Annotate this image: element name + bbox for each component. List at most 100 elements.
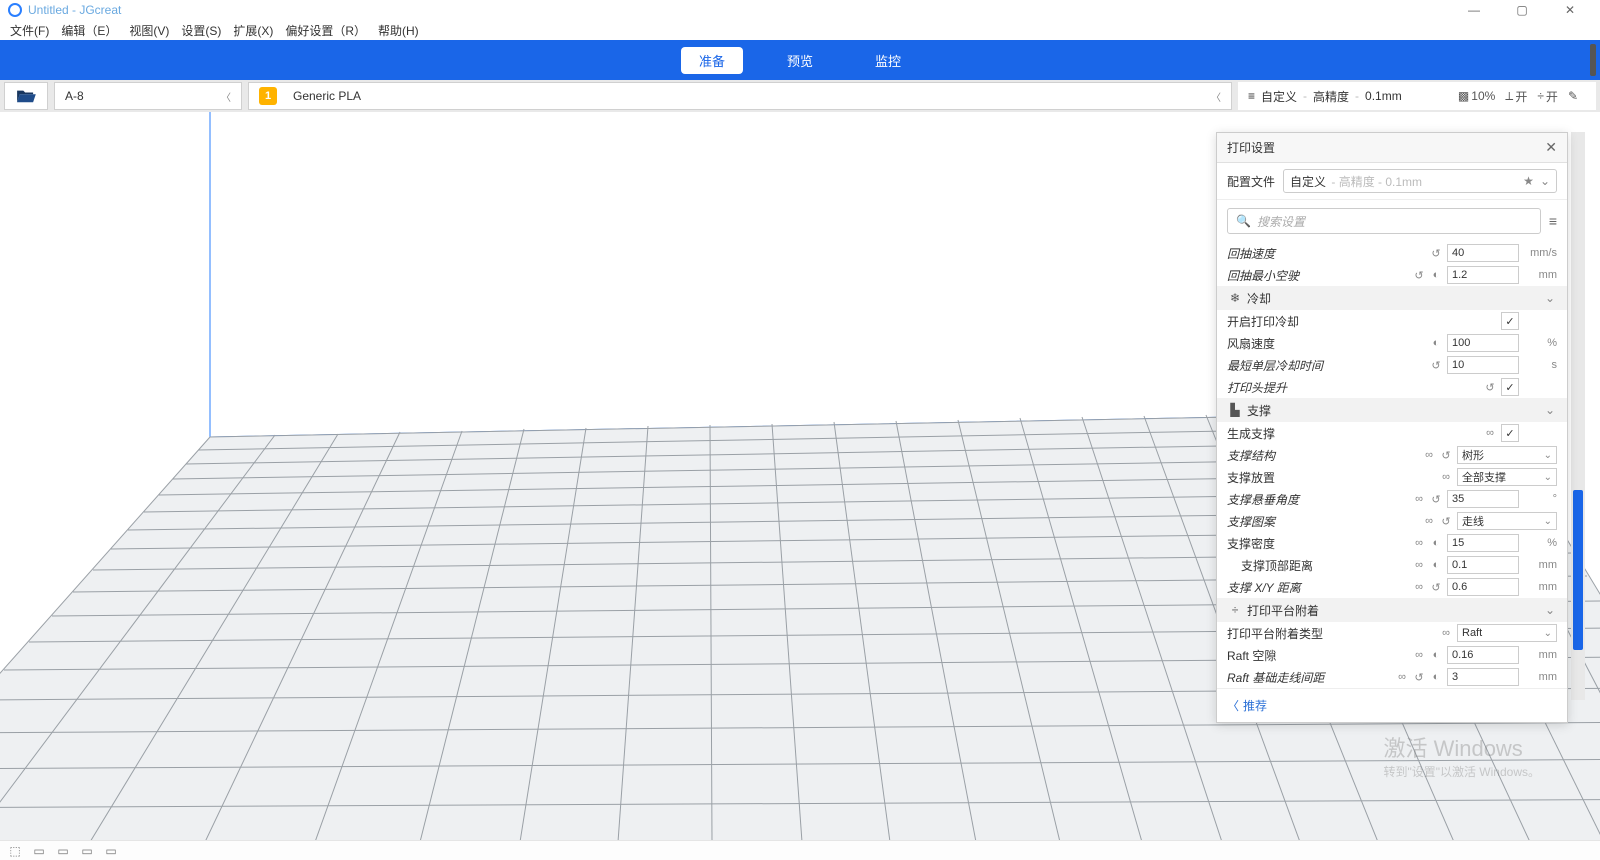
link-icon[interactable]: ∞ bbox=[1412, 559, 1426, 571]
adhesion-type-select[interactable]: Raft⌄ bbox=[1457, 624, 1557, 642]
reset-icon[interactable]: ↺ bbox=[1429, 581, 1443, 594]
star-icon[interactable]: ★ bbox=[1523, 174, 1534, 188]
stage-bar: 准备 预览 监控 bbox=[0, 40, 1600, 80]
menu-edit[interactable]: 编辑（E） bbox=[55, 22, 123, 39]
view-left-icon[interactable]: ▭ bbox=[80, 845, 94, 857]
raft-base-line-spacing-input[interactable]: 3 bbox=[1447, 668, 1519, 686]
recommend-button[interactable]: 〈 推荐 bbox=[1227, 697, 1557, 714]
menu-extensions[interactable]: 扩展(X) bbox=[227, 22, 279, 39]
chevron-left-icon: 〈 bbox=[1227, 697, 1239, 714]
chevron-down-icon[interactable]: ⌄ bbox=[1540, 174, 1550, 188]
reset-icon[interactable]: ↺ bbox=[1412, 671, 1426, 684]
close-window-button[interactable]: ✕ bbox=[1548, 0, 1592, 20]
view-3d-icon[interactable]: ⬚ bbox=[8, 845, 22, 857]
generate-support-checkbox[interactable]: ✓ bbox=[1501, 424, 1519, 442]
info-icon[interactable]: ◐ bbox=[1429, 649, 1443, 661]
support-xy-distance-input[interactable]: 0.6 bbox=[1447, 578, 1519, 596]
menu-help[interactable]: 帮助(H) bbox=[372, 22, 425, 39]
link-icon[interactable]: ∞ bbox=[1439, 471, 1453, 483]
profile-name: 高精度 bbox=[1313, 88, 1349, 105]
panel-close-button[interactable]: ✕ bbox=[1545, 139, 1557, 156]
info-icon[interactable]: ◐ bbox=[1429, 537, 1443, 549]
reset-icon[interactable]: ↺ bbox=[1439, 515, 1453, 528]
menu-file[interactable]: 文件(F) bbox=[4, 22, 55, 39]
extruder-badge-icon: 1 bbox=[259, 87, 277, 105]
link-icon[interactable]: ∞ bbox=[1422, 515, 1436, 527]
support-placement-select[interactable]: 全部支撑⌄ bbox=[1457, 468, 1557, 486]
profile-row: 配置文件 自定义 - 高精度 - 0.1mm ★ ⌄ bbox=[1217, 163, 1567, 200]
support-structure-select[interactable]: 树形⌄ bbox=[1457, 446, 1557, 464]
section-support[interactable]: ▙ 支撑 ⌄ bbox=[1217, 398, 1567, 422]
menu-settings[interactable]: 设置(S) bbox=[175, 22, 227, 39]
profile-select[interactable]: 自定义 - 高精度 - 0.1mm ★ ⌄ bbox=[1283, 169, 1557, 193]
open-file-button[interactable] bbox=[4, 82, 48, 110]
retraction-speed-input[interactable]: 40 bbox=[1447, 244, 1519, 262]
chevron-left-icon: 〈 bbox=[221, 89, 231, 104]
support-on: 开 bbox=[1515, 88, 1527, 105]
support-pattern-select[interactable]: 走线⌄ bbox=[1457, 512, 1557, 530]
chevron-down-icon: ⌄ bbox=[1543, 291, 1557, 305]
reset-icon[interactable]: ↺ bbox=[1429, 247, 1443, 260]
link-icon[interactable]: ∞ bbox=[1412, 649, 1426, 661]
setting-retraction-min-travel: 回抽最小空驶 ↺◐ 1.2 mm bbox=[1217, 264, 1567, 286]
setting-generate-support: 生成支撑 ∞ ✓ bbox=[1217, 422, 1567, 444]
lift-head-checkbox[interactable]: ✓ bbox=[1501, 378, 1519, 396]
reset-icon[interactable]: ↺ bbox=[1483, 381, 1497, 394]
recommend-label: 推荐 bbox=[1243, 697, 1267, 714]
link-icon[interactable]: ∞ bbox=[1483, 427, 1497, 439]
adhesion-section-icon: ÷ bbox=[1227, 603, 1243, 617]
settings-scroll-thumb[interactable] bbox=[1573, 490, 1583, 650]
fan-speed-input[interactable]: 100 bbox=[1447, 334, 1519, 352]
link-icon[interactable]: ∞ bbox=[1395, 671, 1409, 683]
info-icon[interactable]: ◐ bbox=[1429, 671, 1443, 683]
raft-air-gap-input[interactable]: 0.16 bbox=[1447, 646, 1519, 664]
stage-prepare-button[interactable]: 准备 bbox=[681, 47, 743, 74]
chevron-left-icon: 〈 bbox=[1211, 89, 1221, 104]
link-icon[interactable]: ∞ bbox=[1412, 581, 1426, 593]
reset-icon[interactable]: ↺ bbox=[1439, 449, 1453, 462]
setting-raft-base-line-spacing: Raft 基础走线间距 ∞↺◐ 3 mm bbox=[1217, 666, 1567, 688]
support-angle-input[interactable]: 35 bbox=[1447, 490, 1519, 508]
panel-header: 打印设置 ✕ bbox=[1217, 133, 1567, 163]
link-icon[interactable]: ∞ bbox=[1412, 493, 1426, 505]
link-icon[interactable]: ∞ bbox=[1439, 627, 1453, 639]
view-right-icon[interactable]: ▭ bbox=[104, 845, 118, 857]
view-top-icon[interactable]: ▭ bbox=[56, 845, 70, 857]
link-icon[interactable]: ∞ bbox=[1412, 537, 1426, 549]
reset-icon[interactable]: ↺ bbox=[1429, 493, 1443, 506]
support-top-distance-input[interactable]: 0.1 bbox=[1447, 556, 1519, 574]
settings-search-input[interactable]: 🔍 搜索设置 bbox=[1227, 208, 1541, 234]
view-front-icon[interactable]: ▭ bbox=[32, 845, 46, 857]
material-select[interactable]: 1 Generic PLA 〈 bbox=[248, 82, 1232, 110]
retraction-min-travel-input[interactable]: 1.2 bbox=[1447, 266, 1519, 284]
status-bar: ⬚ ▭ ▭ ▭ ▭ bbox=[0, 840, 1600, 860]
section-adhesion[interactable]: ÷ 打印平台附着 ⌄ bbox=[1217, 598, 1567, 622]
settings-menu-button[interactable]: ≡ bbox=[1549, 213, 1557, 229]
window-controls: — ▢ ✕ bbox=[1452, 0, 1592, 20]
support-density-input[interactable]: 15 bbox=[1447, 534, 1519, 552]
menu-view[interactable]: 视图(V) bbox=[123, 22, 175, 39]
stage-monitor-button[interactable]: 监控 bbox=[857, 47, 919, 74]
info-icon[interactable]: ◐ bbox=[1429, 559, 1443, 571]
menu-preferences[interactable]: 偏好设置（R） bbox=[279, 22, 372, 39]
minimize-button[interactable]: — bbox=[1452, 0, 1496, 20]
info-icon[interactable]: ◐ bbox=[1429, 337, 1443, 349]
link-icon[interactable]: ∞ bbox=[1422, 449, 1436, 461]
setting-support-placement: 支撑放置 ∞ 全部支撑⌄ bbox=[1217, 466, 1567, 488]
printer-select[interactable]: A-8 〈 bbox=[54, 82, 242, 110]
setting-raft-air-gap: Raft 空隙 ∞◐ 0.16 mm bbox=[1217, 644, 1567, 666]
info-icon[interactable]: ◐ bbox=[1429, 269, 1443, 281]
reset-icon[interactable]: ↺ bbox=[1412, 269, 1426, 282]
section-cooling[interactable]: ❄ 冷却 ⌄ bbox=[1217, 286, 1567, 310]
enable-cooling-checkbox[interactable]: ✓ bbox=[1501, 312, 1519, 330]
reset-icon[interactable]: ↺ bbox=[1429, 359, 1443, 372]
setting-lift-head: 打印头提升 ↺ ✓ bbox=[1217, 376, 1567, 398]
min-layer-time-input[interactable]: 10 bbox=[1447, 356, 1519, 374]
profile-summary[interactable]: ≡ 自定义 - 高精度 - 0.1mm ▩10% ⟂开 ÷开 ✎ bbox=[1238, 82, 1596, 110]
profile-prefix: 自定义 bbox=[1261, 88, 1297, 105]
marketplace-indicator-icon[interactable] bbox=[1590, 44, 1596, 76]
snowflake-icon: ❄ bbox=[1227, 291, 1243, 305]
stage-preview-button[interactable]: 预览 bbox=[769, 47, 831, 74]
maximize-button[interactable]: ▢ bbox=[1500, 0, 1544, 20]
folder-open-icon bbox=[15, 88, 37, 104]
